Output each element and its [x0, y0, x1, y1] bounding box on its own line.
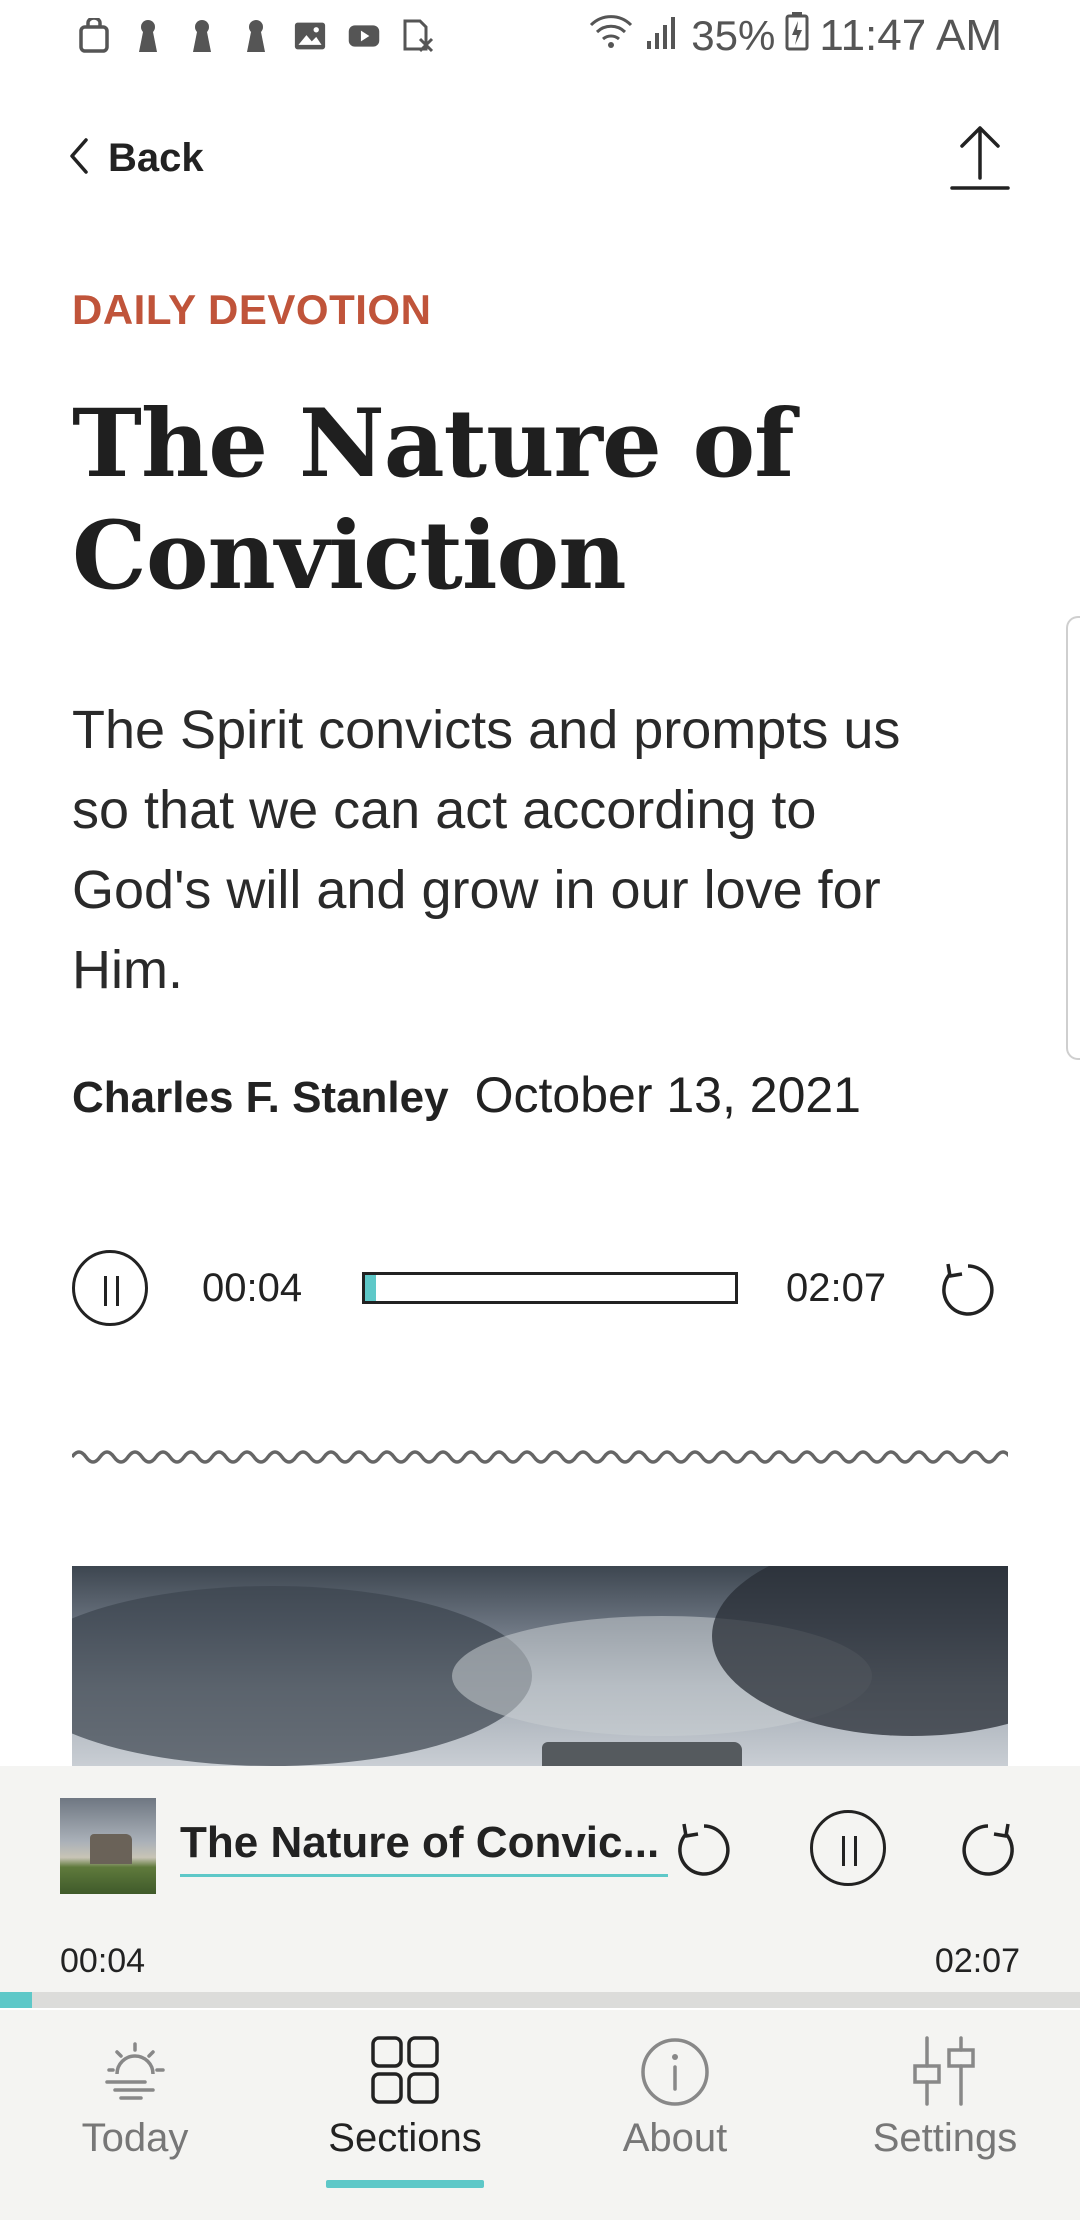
mini-player-title[interactable]: The Nature of Convic...	[180, 1818, 668, 1877]
mini-player-progress-bar[interactable]	[0, 1992, 1080, 2008]
elapsed-time: 00:04	[202, 1266, 303, 1310]
keyhole-icon	[186, 18, 218, 54]
nav-item-sections[interactable]: Sections	[270, 2010, 540, 2220]
battery-percent: 35%	[691, 12, 776, 59]
byline: Charles F. Stanley October 13, 2021	[72, 1066, 861, 1124]
nav-label-sections: Sections	[328, 2116, 482, 2160]
pause-button[interactable]	[72, 1250, 148, 1326]
rewind-button[interactable]	[672, 1816, 736, 1880]
author-name[interactable]: Charles F. Stanley	[72, 1073, 449, 1123]
chevron-left-icon	[66, 136, 90, 181]
keyhole-icon	[132, 18, 164, 54]
audio-progress-fill	[365, 1275, 377, 1301]
clock-time: 11:47 AM	[819, 11, 1002, 60]
mini-player-total: 02:07	[934, 1942, 1020, 1980]
mini-player-elapsed: 00:04	[60, 1942, 146, 1980]
wavy-divider	[72, 1450, 1008, 1464]
share-icon	[948, 126, 1012, 196]
mini-player-thumbnail	[60, 1798, 156, 1894]
status-notification-icons	[78, 18, 434, 54]
bottom-nav: Today Sections About Settings	[0, 2010, 1080, 2220]
article-title: The Nature of Conviction	[72, 389, 795, 611]
nav-label-about: About	[622, 2116, 728, 2160]
nav-item-about[interactable]: About	[540, 2010, 810, 2220]
signal-icon	[645, 11, 681, 61]
active-tab-indicator	[326, 2180, 484, 2188]
status-system-info: 35% 11:47 AM	[587, 11, 1002, 61]
replay-button[interactable]	[936, 1256, 1000, 1320]
article-summary: The Spirit convicts and prompts us so th…	[72, 700, 901, 1000]
image-icon	[294, 18, 326, 54]
forward-button[interactable]	[956, 1816, 1020, 1880]
publish-date: October 13, 2021	[474, 1067, 861, 1123]
hero-image	[72, 1566, 1008, 1766]
nav-label-today: Today	[81, 2116, 189, 2160]
inline-audio-player: 00:04 02:07	[72, 1250, 1008, 1326]
back-button[interactable]: Back	[66, 128, 204, 188]
edge-panel-handle[interactable]	[1066, 616, 1080, 1060]
status-bar: 35% 11:47 AM	[0, 0, 1080, 72]
battery-icon	[785, 11, 809, 61]
replay-icon	[936, 1263, 1000, 1324]
grid-icon	[365, 2030, 445, 2110]
total-time: 02:07	[786, 1266, 887, 1310]
back-label: Back	[108, 135, 204, 180]
youtube-icon	[348, 18, 380, 54]
bag-icon	[78, 18, 110, 54]
forward-icon	[956, 1823, 1020, 1884]
keyhole-icon	[240, 18, 272, 54]
mini-player: The Nature of Convic... 00:04 02:07	[0, 1766, 1080, 2008]
wifi-icon	[587, 11, 635, 61]
sun-icon	[95, 2030, 175, 2110]
nav-label-settings: Settings	[872, 2116, 1018, 2160]
mini-player-progress-fill	[0, 1992, 33, 2008]
nav-item-today[interactable]: Today	[0, 2010, 270, 2220]
sliders-icon	[905, 2030, 985, 2110]
nav-item-settings[interactable]: Settings	[810, 2010, 1080, 2220]
info-icon	[635, 2030, 715, 2110]
share-button[interactable]	[948, 120, 1012, 192]
audio-progress-bar[interactable]	[362, 1272, 738, 1304]
mini-player-pause-button[interactable]	[810, 1810, 886, 1886]
sim-icon	[402, 18, 434, 54]
rewind-icon	[672, 1823, 736, 1884]
section-eyebrow: DAILY DEVOTION	[72, 286, 432, 333]
